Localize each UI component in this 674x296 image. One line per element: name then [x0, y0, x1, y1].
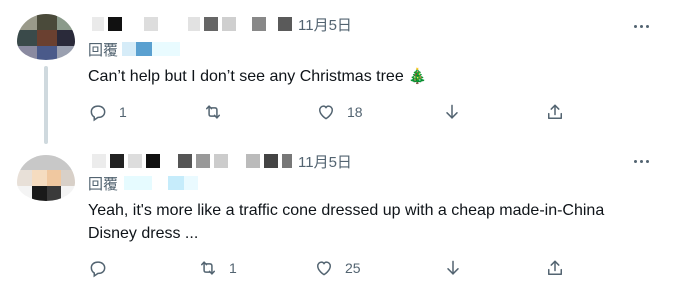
display-name-redacted[interactable] [146, 154, 160, 168]
handle-redacted[interactable] [188, 17, 200, 31]
handle-redacted[interactable] [204, 17, 218, 31]
heart-icon [319, 105, 333, 120]
reply-button[interactable]: 1 [88, 100, 127, 124]
christmas-tree-emoji: 🎄 [408, 68, 427, 85]
reply-target-handle-redacted[interactable] [122, 42, 137, 56]
reply-target-handle-redacted[interactable] [136, 42, 153, 56]
retweet-count: 1 [229, 260, 237, 276]
reply-button[interactable] [88, 256, 119, 280]
redaction-gap [240, 17, 248, 31]
display-name-redacted[interactable] [92, 17, 104, 31]
avatar[interactable] [17, 14, 75, 60]
display-name-redacted[interactable] [144, 17, 158, 31]
views-button[interactable] [442, 100, 473, 124]
redaction-gap [162, 17, 184, 31]
replying-to-line: 回覆 [88, 39, 181, 59]
like-button[interactable]: 25 [314, 256, 361, 280]
handle-redacted[interactable] [222, 17, 236, 31]
redaction-gap [164, 154, 174, 168]
more-dot [645, 24, 649, 28]
handle-redacted[interactable] [178, 154, 192, 168]
more-horizontal-icon [633, 24, 637, 28]
tweet-1[interactable]: 11月5日 回覆 Can’t help but I don’t see any … [0, 0, 674, 144]
handle-redacted[interactable] [214, 154, 228, 168]
display-name-redacted[interactable] [92, 154, 106, 168]
reply-icon [90, 261, 106, 278]
share-icon [548, 260, 562, 275]
share-icon [548, 104, 562, 119]
reply-target-handle-redacted[interactable] [168, 176, 185, 190]
views-icon [447, 260, 459, 275]
tweet-text-line: Disney dress ... [88, 225, 199, 242]
display-name-redacted[interactable] [108, 17, 122, 31]
tweet-text-content: Can’t help but I don’t see any Christmas… [88, 68, 404, 85]
reply-target-handle-redacted[interactable] [184, 176, 199, 190]
more-horizontal-icon [633, 159, 637, 163]
share-button[interactable] [545, 256, 576, 280]
reply-count: 1 [119, 104, 127, 120]
reply-target-handle-redacted[interactable] [152, 176, 169, 190]
share-button[interactable] [545, 100, 576, 124]
views-button[interactable] [443, 256, 474, 280]
reply-target-handle-redacted[interactable] [152, 42, 181, 56]
like-count: 25 [345, 260, 361, 276]
more-dot [639, 159, 643, 163]
avatar[interactable] [17, 155, 75, 201]
reply-prefix: 回覆 [88, 41, 119, 59]
tweet-2[interactable]: 11月5日 回覆 Yeah, it's more like a traffic … [0, 138, 674, 296]
reply-prefix: 回覆 [88, 175, 119, 193]
more-options-button[interactable] [630, 16, 652, 36]
author-row: 11月5日 [88, 14, 352, 34]
like-count: 18 [347, 104, 363, 120]
handle-redacted[interactable] [252, 17, 266, 31]
retweet-icon [201, 261, 215, 275]
handle-redacted[interactable] [246, 154, 260, 168]
redaction-gap [232, 154, 242, 168]
more-options-button[interactable] [630, 151, 652, 171]
action-bar: 1 25 [0, 256, 674, 280]
tweet-text: Can’t help but I don’t see any Christmas… [88, 65, 658, 88]
action-bar: 1 18 [0, 100, 674, 124]
handle-redacted[interactable] [196, 154, 210, 168]
tweet-text: Yeah, it's more like a traffic cone dres… [88, 199, 658, 245]
reply-icon [90, 105, 106, 122]
author-row: 11月5日 [88, 151, 352, 171]
retweet-icon [206, 105, 220, 119]
redaction-gap [270, 17, 274, 31]
like-button[interactable]: 18 [316, 100, 363, 124]
tweet-text-line: Yeah, it's more like a traffic cone dres… [88, 202, 605, 219]
retweet-button[interactable]: 1 [198, 256, 237, 280]
replying-to-line: 回覆 [88, 173, 199, 193]
handle-redacted[interactable] [264, 154, 278, 168]
more-dot [639, 24, 643, 28]
handle-redacted[interactable] [282, 154, 292, 168]
display-name-redacted[interactable] [128, 154, 142, 168]
more-dot [645, 159, 649, 163]
heart-icon [317, 261, 331, 276]
retweet-button[interactable] [203, 100, 234, 124]
display-name-redacted[interactable] [110, 154, 124, 168]
tweet-date[interactable]: 11月5日 [298, 151, 352, 172]
tweet-date[interactable]: 11月5日 [298, 14, 352, 35]
reply-target-handle-redacted[interactable] [124, 176, 153, 190]
views-icon [446, 104, 458, 119]
redaction-gap [126, 17, 140, 31]
handle-redacted[interactable] [278, 17, 292, 31]
